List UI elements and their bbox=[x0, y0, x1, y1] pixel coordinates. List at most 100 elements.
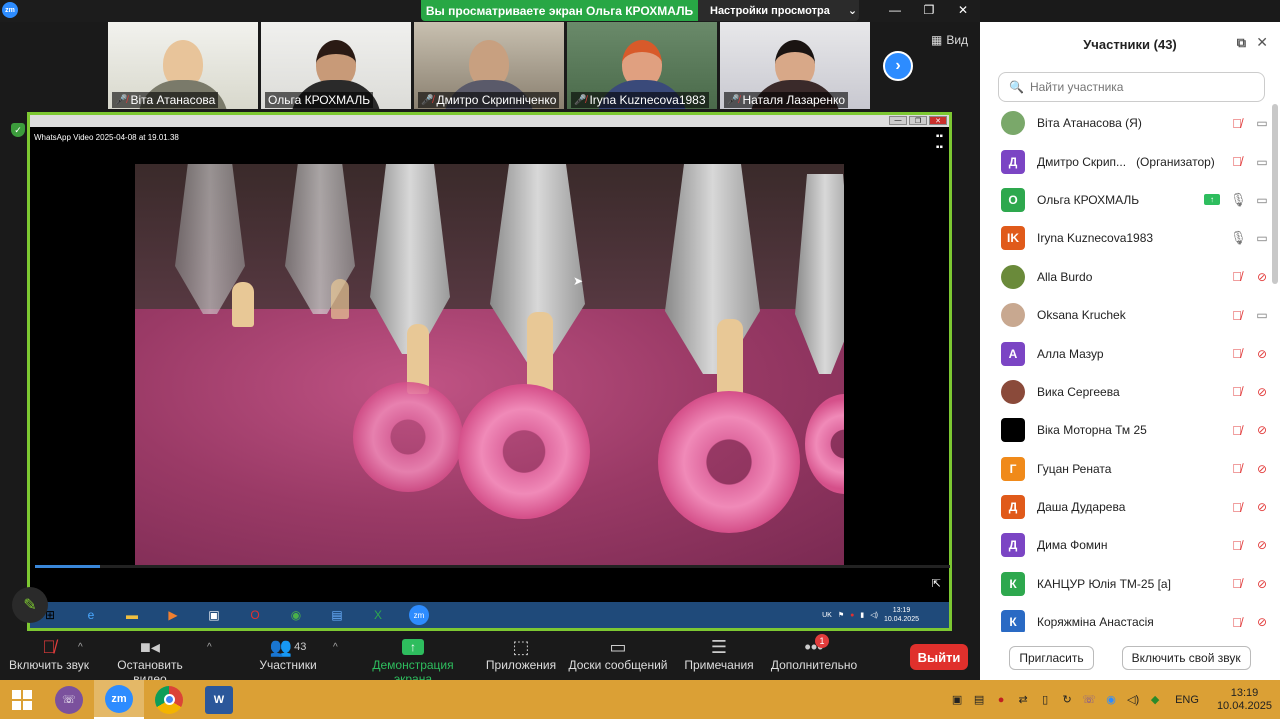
camera-off-icon: ⊘ bbox=[1256, 384, 1268, 399]
notes-button[interactable]: ☰ Примечания bbox=[684, 636, 754, 673]
playback-track[interactable] bbox=[35, 565, 950, 568]
grid-icon[interactable]: ▪▪ ▪▪ bbox=[936, 131, 943, 153]
avatar bbox=[1001, 111, 1025, 136]
meeting-toolbar: 🎙̸ Включить звук ^ ■◂ Остановить видео ^… bbox=[0, 632, 980, 686]
mic-muted-icon: 🎙̸ bbox=[1232, 422, 1242, 438]
participant-row[interactable]: Вика Сергеева 🎙̸ ⊘ bbox=[980, 373, 1270, 411]
mic-muted-icon: 🎙̸ bbox=[1232, 269, 1242, 285]
player-minimize-button[interactable]: — bbox=[889, 116, 907, 125]
participant-row[interactable]: Alla Burdo 🎙̸ ⊘ bbox=[980, 258, 1270, 296]
shield-icon[interactable]: ✓ bbox=[11, 123, 25, 137]
player-restore-button[interactable]: ❐ bbox=[909, 116, 927, 125]
minimize-button[interactable]: — bbox=[878, 0, 912, 20]
word-app[interactable]: W bbox=[194, 680, 244, 719]
participant-row[interactable]: Д Дима Фомин 🎙̸ ⊘ bbox=[980, 526, 1270, 564]
next-page-button[interactable]: › bbox=[883, 51, 913, 81]
camera-off-icon: ⊘ bbox=[1256, 461, 1268, 476]
leave-button[interactable]: Выйти bbox=[910, 644, 968, 670]
participants-options-caret-icon[interactable]: ^ bbox=[333, 642, 338, 653]
audio-options-caret-icon[interactable]: ^ bbox=[78, 642, 83, 653]
expand-icon[interactable]: ⇱ bbox=[932, 577, 941, 590]
annotate-pencil-icon[interactable]: ✎ bbox=[12, 587, 48, 623]
notes-icon: ☰ bbox=[710, 636, 728, 657]
folder-icon: ▬ bbox=[126, 608, 138, 622]
mic-muted-icon: 🎙̸ bbox=[1232, 115, 1242, 131]
participant-row[interactable]: Д Даша Дударева 🎙̸ ⊘ bbox=[980, 488, 1270, 526]
close-icon[interactable]: ✕ bbox=[1256, 34, 1268, 51]
participant-row[interactable]: Д Дмитро Скрип... (Организатор) 🎙̸ ▭ bbox=[980, 142, 1270, 180]
windows-start-button[interactable] bbox=[0, 680, 44, 719]
sync-icon[interactable]: ↻ bbox=[1059, 692, 1075, 708]
notes-label: Примечания bbox=[684, 658, 754, 672]
participant-name: Гуцан Рената bbox=[1037, 461, 1112, 476]
participant-name: Алла Мазур bbox=[1037, 346, 1104, 361]
participant-row[interactable]: А Алла Мазур 🎙̸ ⊘ bbox=[980, 334, 1270, 372]
participant-row[interactable]: К Коряжміна Анастасія 🎙̸ ⊘ bbox=[980, 603, 1270, 632]
participant-row[interactable]: Г Гуцан Рената 🎙̸ ⊘ bbox=[980, 450, 1270, 488]
maximize-button[interactable]: ❐ bbox=[912, 0, 946, 20]
view-button[interactable]: ▦ Вид bbox=[931, 33, 968, 47]
view-options-dropdown[interactable]: Настройки просмотра ⌄ bbox=[698, 0, 859, 21]
avatar bbox=[1001, 303, 1025, 328]
video-thumbnail[interactable]: 🎤̸ Iryna Kuznecova1983 bbox=[567, 22, 717, 109]
chrome-app[interactable] bbox=[144, 680, 194, 719]
language-indicator[interactable]: ENG bbox=[1175, 694, 1199, 706]
camera-off-icon: ⊘ bbox=[1256, 615, 1268, 630]
viber-app[interactable]: ☏ bbox=[44, 680, 94, 719]
zoom-app[interactable]: zm bbox=[94, 680, 144, 719]
more-button[interactable]: ••• Дополнительно bbox=[770, 636, 858, 673]
zoom-logo-icon: zm bbox=[2, 2, 18, 18]
windows-logo-icon bbox=[12, 689, 32, 710]
network-icon[interactable]: ⇄ bbox=[1015, 692, 1031, 708]
invite-button[interactable]: Пригласить bbox=[1009, 646, 1094, 670]
video-thumbnail[interactable]: Ольга КРОХМАЛЬ bbox=[261, 22, 411, 109]
participants-panel: Участники (43) ⧉ ✕ 🔍 Віта Атанасова (Я) 🎙… bbox=[980, 22, 1280, 680]
stop-video-button[interactable]: ■◂ Остановить видео bbox=[100, 636, 200, 687]
zoom-tray-icon[interactable]: ◉ bbox=[1103, 692, 1119, 708]
participant-row[interactable]: Віта Атанасова (Я) 🎙̸ ▭ bbox=[980, 104, 1270, 142]
participant-row[interactable]: Oksana Kruchek 🎙̸ ▭ bbox=[980, 296, 1270, 334]
panel-header: Участники (43) ⧉ ✕ bbox=[980, 22, 1280, 66]
unmute-me-button[interactable]: Включить свой звук bbox=[1121, 646, 1251, 670]
player-close-button[interactable]: ✕ bbox=[929, 116, 947, 125]
video-thumbnail[interactable]: 🎤̸ Віта Атанасова bbox=[108, 22, 258, 109]
participant-name: КАНЦУР Юлія ТМ-25 [а] bbox=[1037, 576, 1171, 591]
whiteboards-button[interactable]: ▭ Доски сообщений bbox=[568, 636, 668, 673]
participants-button[interactable]: 👥 43 Участники bbox=[258, 636, 318, 673]
participant-row[interactable]: К КАНЦУР Юлія ТМ-25 [а] 🎙̸ ⊘ bbox=[980, 565, 1270, 603]
battery-icon[interactable]: ▯ bbox=[1037, 692, 1053, 708]
camera-off-icon: ⊘ bbox=[1256, 269, 1268, 284]
camera-icon: ▭ bbox=[1256, 231, 1268, 246]
popout-icon[interactable]: ⧉ bbox=[1237, 35, 1246, 51]
shared-clock-date: 10.04.2025 bbox=[883, 616, 919, 623]
antivirus-icon[interactable]: ● bbox=[993, 692, 1009, 708]
participant-row[interactable]: Віка Моторна Тм 25 🎙̸ ⊘ bbox=[980, 411, 1270, 449]
participant-name: Oksana Kruchek bbox=[1037, 308, 1126, 323]
camera-icon: ▭ bbox=[1256, 116, 1268, 131]
search-input[interactable] bbox=[1029, 80, 1250, 94]
participant-row[interactable]: О Ольга КРОХМАЛЬ ↑ 🎙 ▭ bbox=[980, 181, 1270, 219]
viber-tray-icon[interactable]: ☏ bbox=[1081, 692, 1097, 708]
participant-search[interactable]: 🔍 bbox=[998, 72, 1265, 102]
tray-app-icon[interactable]: ▤ bbox=[971, 692, 987, 708]
tray-app-icon[interactable]: ▣ bbox=[949, 692, 965, 708]
video-options-caret-icon[interactable]: ^ bbox=[207, 642, 212, 653]
participant-status-icons: 🎙̸ ▭ bbox=[1230, 308, 1270, 323]
opera-icon: O bbox=[250, 608, 260, 622]
apps-button[interactable]: ⬚ Приложения bbox=[484, 636, 558, 673]
thumbnail-name: Віта Атанасова bbox=[130, 93, 216, 107]
volume-icon[interactable]: ◁) bbox=[1125, 692, 1141, 708]
mic-muted-icon: 🎙̸ bbox=[1232, 614, 1242, 630]
participant-row[interactable]: IK Iryna Kuznecova1983 🎙 ▭ bbox=[980, 219, 1270, 257]
close-button[interactable]: ✕ bbox=[946, 0, 980, 20]
view-label: Вид bbox=[946, 33, 969, 47]
thumbnail-name: Ольга КРОХМАЛЬ bbox=[268, 93, 371, 107]
shared-screen[interactable]: — ❐ ✕ WhatsApp Video 2025-04-08 at 19.01… bbox=[27, 112, 952, 631]
security-icon[interactable]: ◆ bbox=[1147, 692, 1163, 708]
share-screen-button[interactable]: ↑ Демонстрация экрана bbox=[354, 636, 472, 686]
system-clock[interactable]: 13:19 10.04.2025 bbox=[1217, 687, 1272, 713]
scrollbar[interactable] bbox=[1272, 104, 1278, 284]
mic-icon: 🎙 bbox=[1230, 191, 1247, 207]
video-thumbnail[interactable]: 🎤̸ Дмитро Скрипніченко bbox=[414, 22, 564, 109]
video-thumbnail[interactable]: 🎤̸ Наталя Лазаренко bbox=[720, 22, 870, 109]
